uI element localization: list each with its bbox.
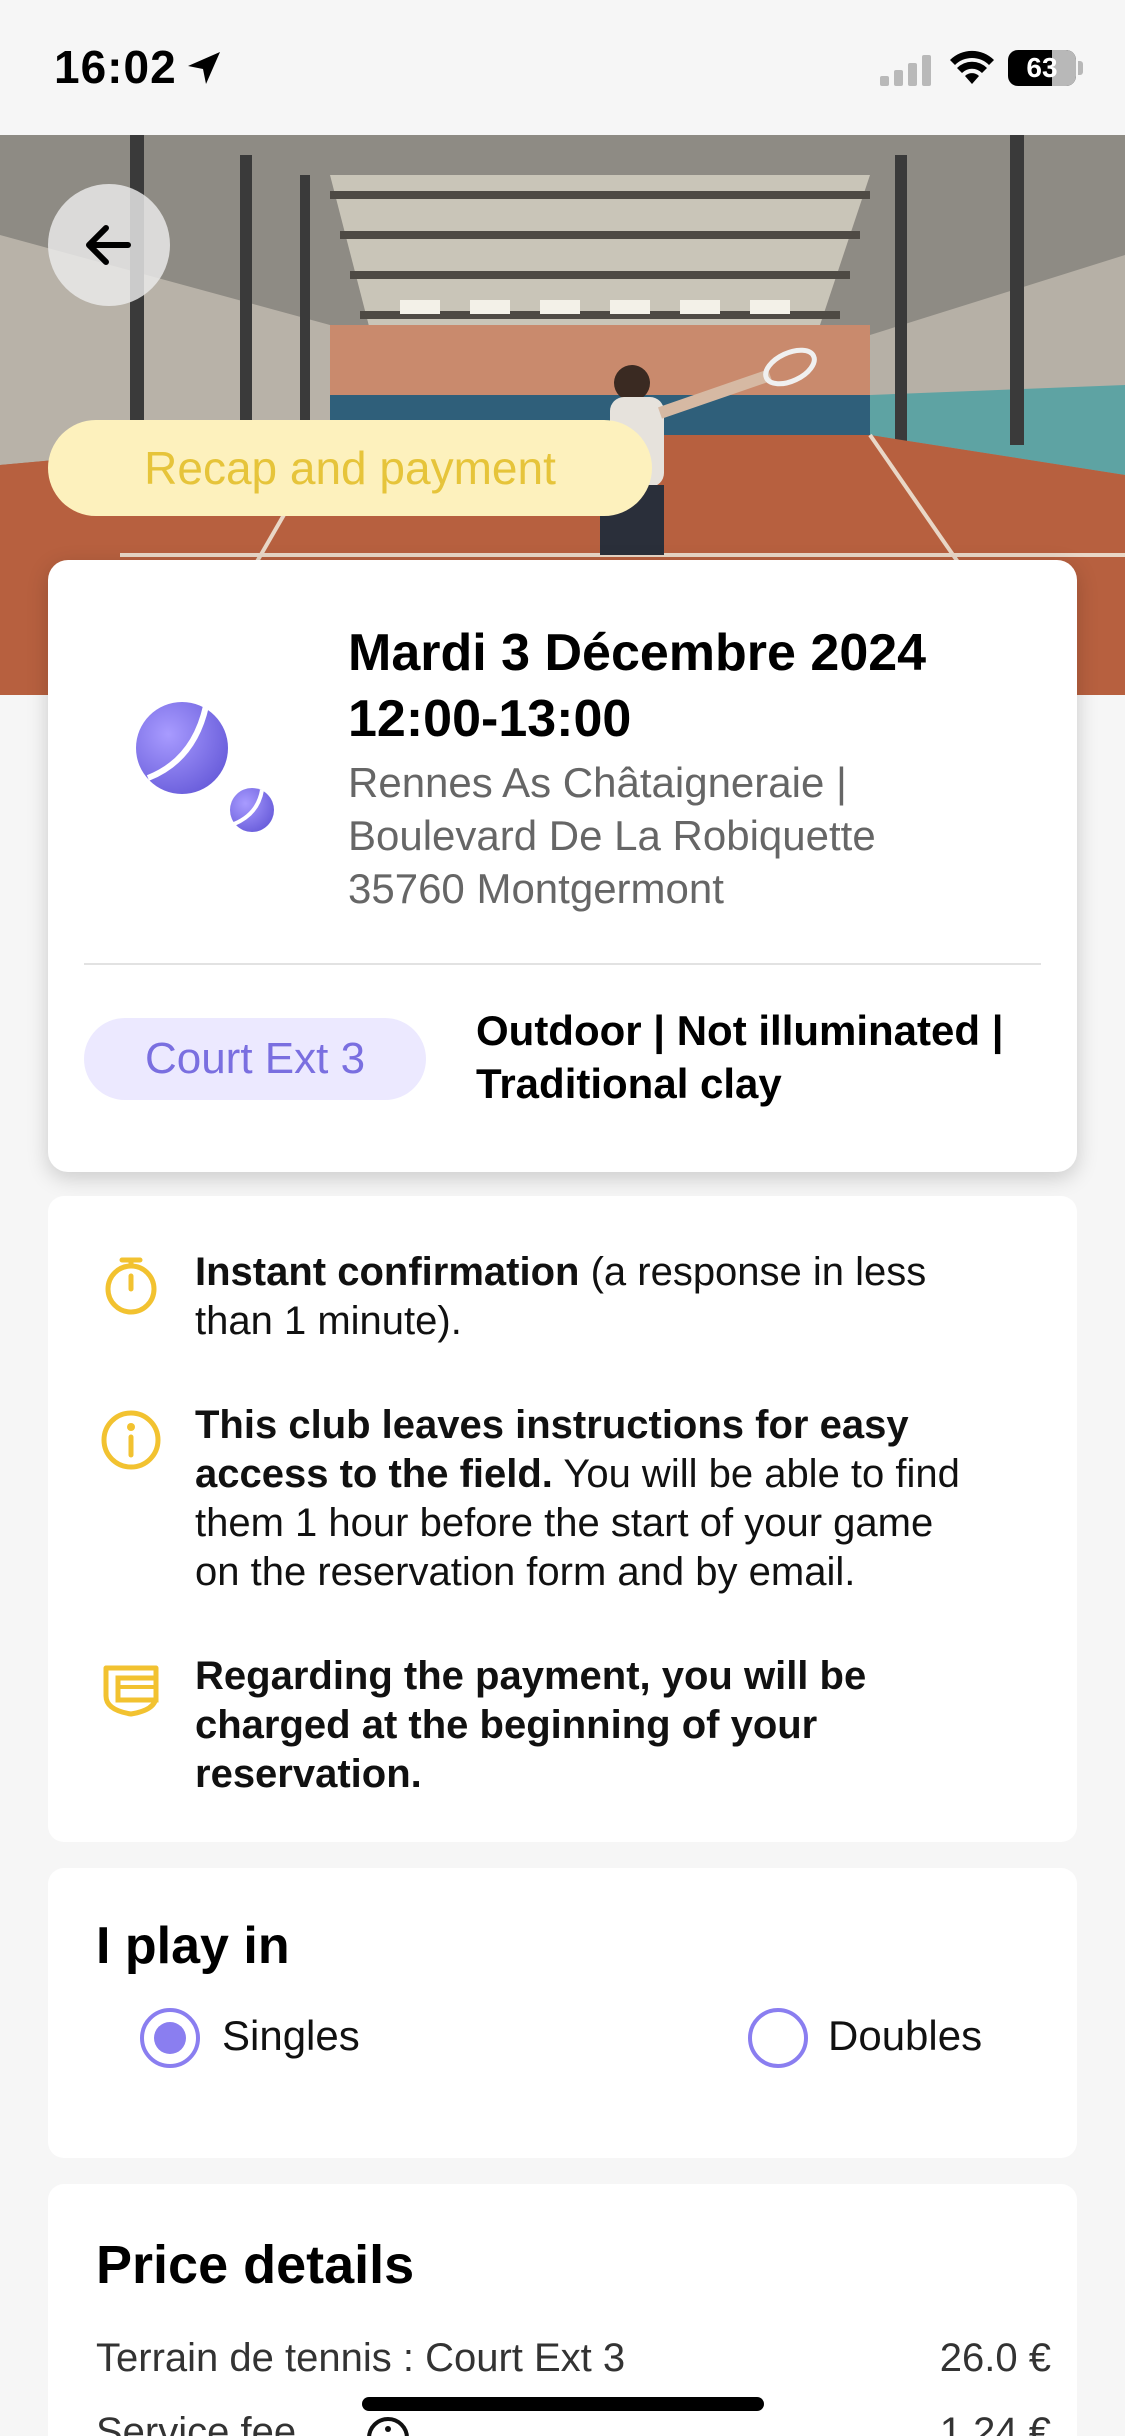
booking-address: Rennes As Châtaigneraie | Boulevard De L… (348, 756, 1048, 915)
info-icon[interactable] (366, 2416, 410, 2436)
tennis-balls-icon (136, 702, 274, 832)
court-details-line: Outdoor | Not illuminated | (476, 1007, 1004, 1054)
info-circle-icon (101, 1410, 161, 1470)
status-bar: 16:02 63 (0, 0, 1125, 135)
doubles-label[interactable]: Doubles (828, 2012, 982, 2060)
divider (84, 963, 1041, 965)
wifi-icon (950, 50, 994, 84)
info-text: Instant confirmation (a response in less… (195, 1250, 927, 1343)
price-label: Service fee (96, 2410, 297, 2436)
price-label: Terrain de tennis : Court Ext 3 (96, 2336, 626, 2380)
price-value: 26.0 € (939, 2336, 1051, 2380)
page-title-pill: Recap and payment (48, 420, 652, 516)
info-text: This club leaves instructions for easy a… (195, 1403, 960, 1594)
doubles-radio[interactable] (748, 2008, 808, 2068)
booking-summary-card: Mardi 3 Décembre 2024 12:00-13:00 Rennes… (48, 560, 1077, 1172)
back-button[interactable] (48, 184, 170, 306)
section-title: Price details (96, 2235, 415, 2295)
info-text: Regarding the payment, you will be charg… (195, 1654, 867, 1796)
address-line: Rennes As Châtaigneraie | (348, 759, 847, 806)
arrow-left-icon (86, 225, 131, 265)
home-indicator (362, 2397, 764, 2411)
status-time: 16:02 (54, 41, 177, 93)
location-arrow-icon (188, 52, 220, 84)
booking-datetime: Mardi 3 Décembre 2024 12:00-13:00 (348, 620, 1048, 752)
radio-selected-dot (154, 2022, 186, 2054)
booking-time: 12:00-13:00 (348, 690, 632, 748)
court-badge: Court Ext 3 (84, 1018, 426, 1100)
singles-radio[interactable] (140, 2008, 200, 2068)
battery-level: 63 (1026, 52, 1058, 83)
price-value: 1.24 € (939, 2410, 1051, 2436)
section-title: I play in (96, 1917, 290, 1975)
singles-label[interactable]: Singles (222, 2012, 360, 2060)
signal-icon (880, 55, 931, 86)
payment-card-icon (103, 1665, 159, 1717)
battery-icon: 63 (1008, 50, 1076, 86)
info-card: Instant confirmation (a response in less… (48, 1196, 1077, 1842)
address-line: 35760 Montgermont (348, 865, 724, 912)
stopwatch-icon (105, 1257, 157, 1315)
court-details-line: Traditional clay (476, 1060, 782, 1107)
address-line: Boulevard De La Robiquette (348, 812, 876, 859)
booking-date: Mardi 3 Décembre 2024 (348, 624, 927, 682)
court-details: Outdoor | Not illuminated | Traditional … (476, 1004, 1056, 1110)
play-mode-card: I play in Singles Doubles (48, 1868, 1077, 2158)
battery-tip (1078, 61, 1083, 75)
